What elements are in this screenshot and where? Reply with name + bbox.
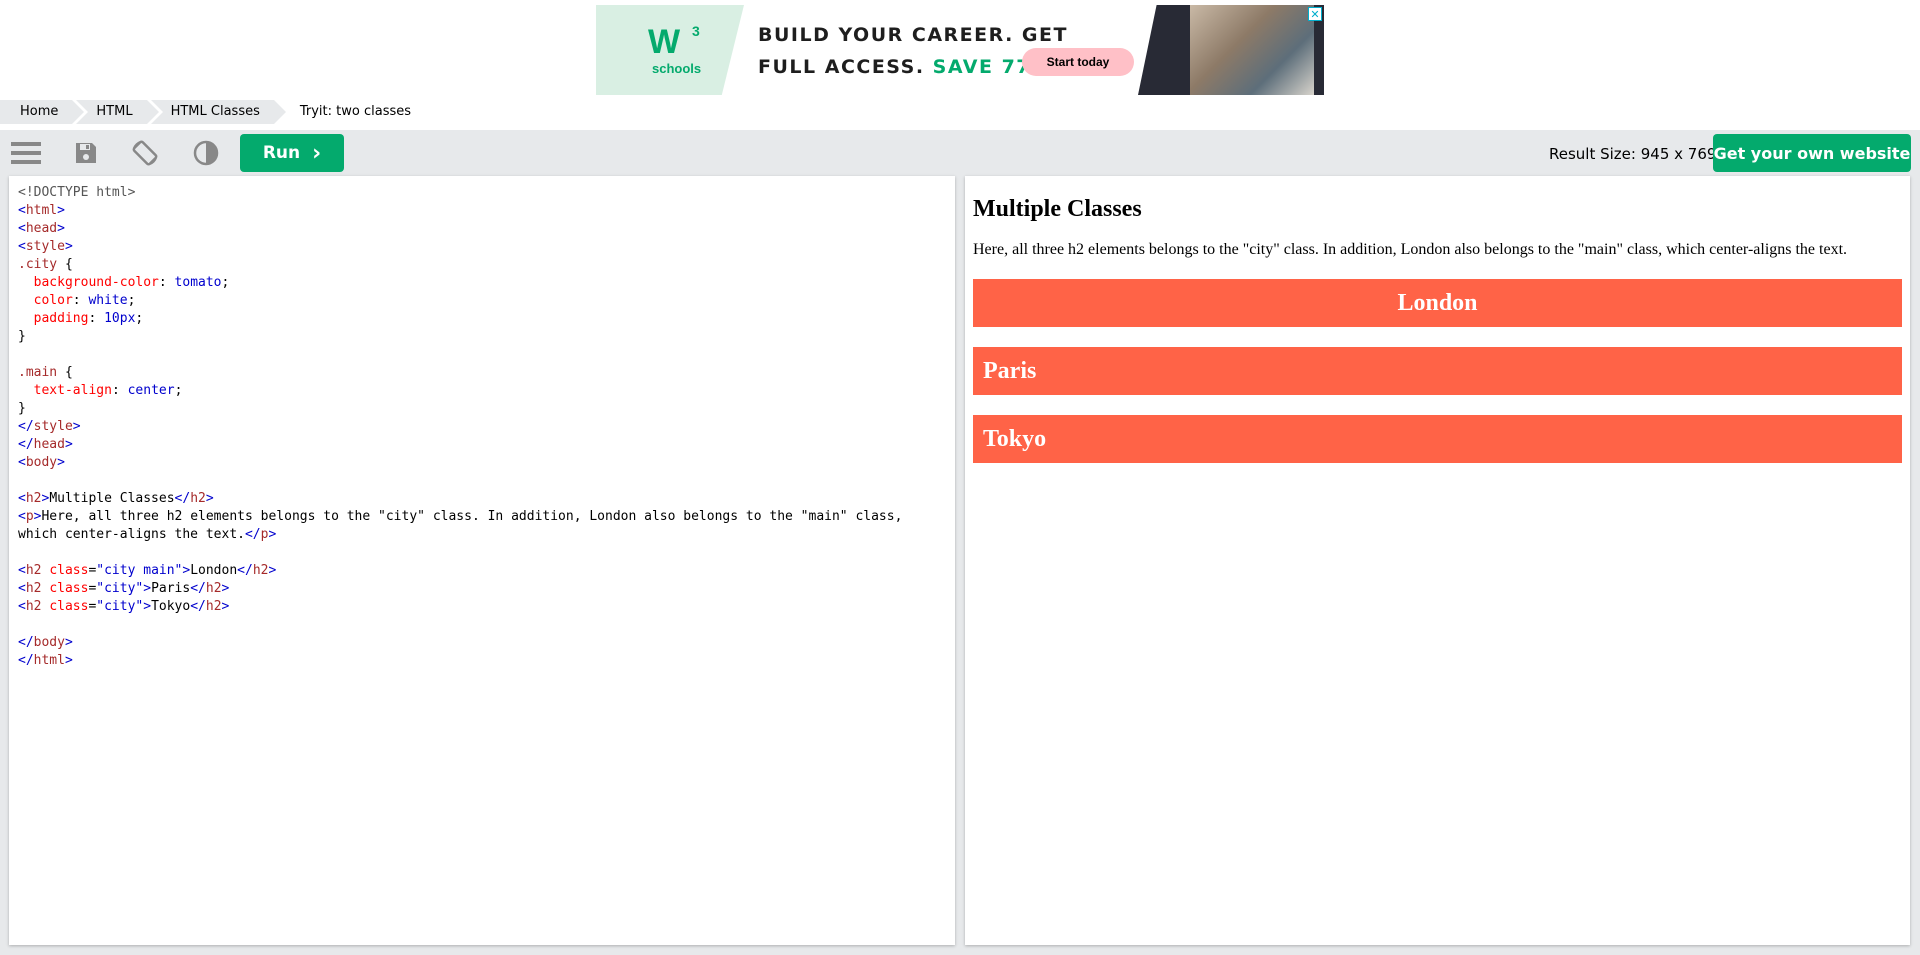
- ad-close-icon[interactable]: ✕: [1308, 7, 1322, 21]
- code-line: <!DOCTYPE html>: [18, 185, 136, 200]
- code-line: <p>Here, all three h2 elements belongs t…: [18, 509, 903, 524]
- dark-mode-icon[interactable]: [191, 138, 221, 168]
- code-line: </html>: [18, 653, 73, 668]
- code-line: <head>: [18, 221, 65, 236]
- code-line: which center-aligns the text.</p>: [18, 527, 277, 542]
- ad-headline-access: FULL ACCESS.: [758, 56, 925, 78]
- code-line: <body>: [18, 455, 65, 470]
- code-line: </style>: [18, 419, 81, 434]
- editor-area: <!DOCTYPE html> <html> <head> <style> .city …: [0, 176, 1920, 955]
- code-line: </head>: [18, 437, 73, 452]
- code-line: <h2 class="city">Tokyo</h2>: [18, 599, 230, 614]
- code-line: <h2 class="city main">London</h2>: [18, 563, 277, 578]
- chevron-right-icon: ›: [312, 140, 322, 166]
- result-paragraph: Here, all three h2 elements belongs to t…: [973, 241, 1848, 258]
- ad-headline: BUILD YOUR CAREER. GET FULL ACCESS. SAVE…: [758, 19, 1068, 83]
- result-title: Multiple Classes: [973, 196, 1142, 222]
- ad-headline-line2: FULL ACCESS. SAVE 770$: [758, 51, 1068, 83]
- logo-sub: schools: [652, 61, 702, 76]
- result-size: Result Size: 945 x 769: [1549, 145, 1717, 163]
- code-line: </body>: [18, 635, 73, 650]
- code-line: .city {: [18, 257, 73, 272]
- code-editor[interactable]: <!DOCTYPE html> <html> <head> <style> .city …: [9, 176, 955, 945]
- ad-start-today-button[interactable]: Start today: [1022, 48, 1134, 76]
- code-line: }: [18, 329, 26, 344]
- w3schools-logo: W 3 schools: [596, 5, 744, 95]
- code-line: .main {: [18, 365, 73, 380]
- city-london: London: [973, 279, 1902, 327]
- toolbar: Run › Result Size: 945 x 769 Get your ow…: [0, 130, 1920, 176]
- breadcrumb-home[interactable]: Home: [0, 100, 89, 124]
- menu-icon[interactable]: [11, 138, 41, 168]
- code-line: }: [18, 401, 26, 416]
- code-line: <h2 class="city">Paris</h2>: [18, 581, 230, 596]
- city-tokyo: Tokyo: [973, 415, 1902, 463]
- breadcrumb-html-classes[interactable]: HTML Classes: [150, 100, 291, 124]
- breadcrumb-current: Tryit: two classes: [299, 104, 412, 119]
- city-paris: Paris: [973, 347, 1902, 395]
- get-your-own-website-button[interactable]: Get your own website: [1713, 134, 1911, 172]
- code-line: text-align: center;: [33, 383, 183, 398]
- code-content[interactable]: <!DOCTYPE html> <html> <head> <style> .city …: [9, 176, 955, 678]
- code-line: padding: 10px;: [33, 311, 144, 326]
- code-line: <html>: [18, 203, 65, 218]
- run-label: Run: [262, 143, 301, 163]
- ad-banner[interactable]: W 3 schools BUILD YOUR CAREER. GET FULL …: [596, 5, 1324, 95]
- result-content: Multiple Classes Here, all three h2 elem…: [965, 176, 1910, 503]
- run-button[interactable]: Run ›: [240, 134, 344, 172]
- ad-headline-line1: BUILD YOUR CAREER. GET: [758, 24, 1068, 46]
- ad-photo: [1190, 5, 1314, 95]
- result-frame[interactable]: Multiple Classes Here, all three h2 elem…: [965, 176, 1910, 945]
- code-line: <h2>Multiple Classes</h2>: [18, 491, 214, 506]
- code-line: <style>: [18, 239, 73, 254]
- logo-main: W: [648, 23, 680, 61]
- breadcrumb: Home HTML HTML Classes Tryit: two classe…: [0, 100, 429, 124]
- logo-sup: 3: [692, 23, 700, 39]
- save-icon[interactable]: [71, 138, 101, 168]
- rotate-layout-icon[interactable]: [130, 138, 160, 168]
- ad-banner-area: W 3 schools BUILD YOUR CAREER. GET FULL …: [0, 0, 1920, 100]
- code-line: background-color: tomato;: [33, 275, 230, 290]
- code-line: color: white;: [33, 293, 136, 308]
